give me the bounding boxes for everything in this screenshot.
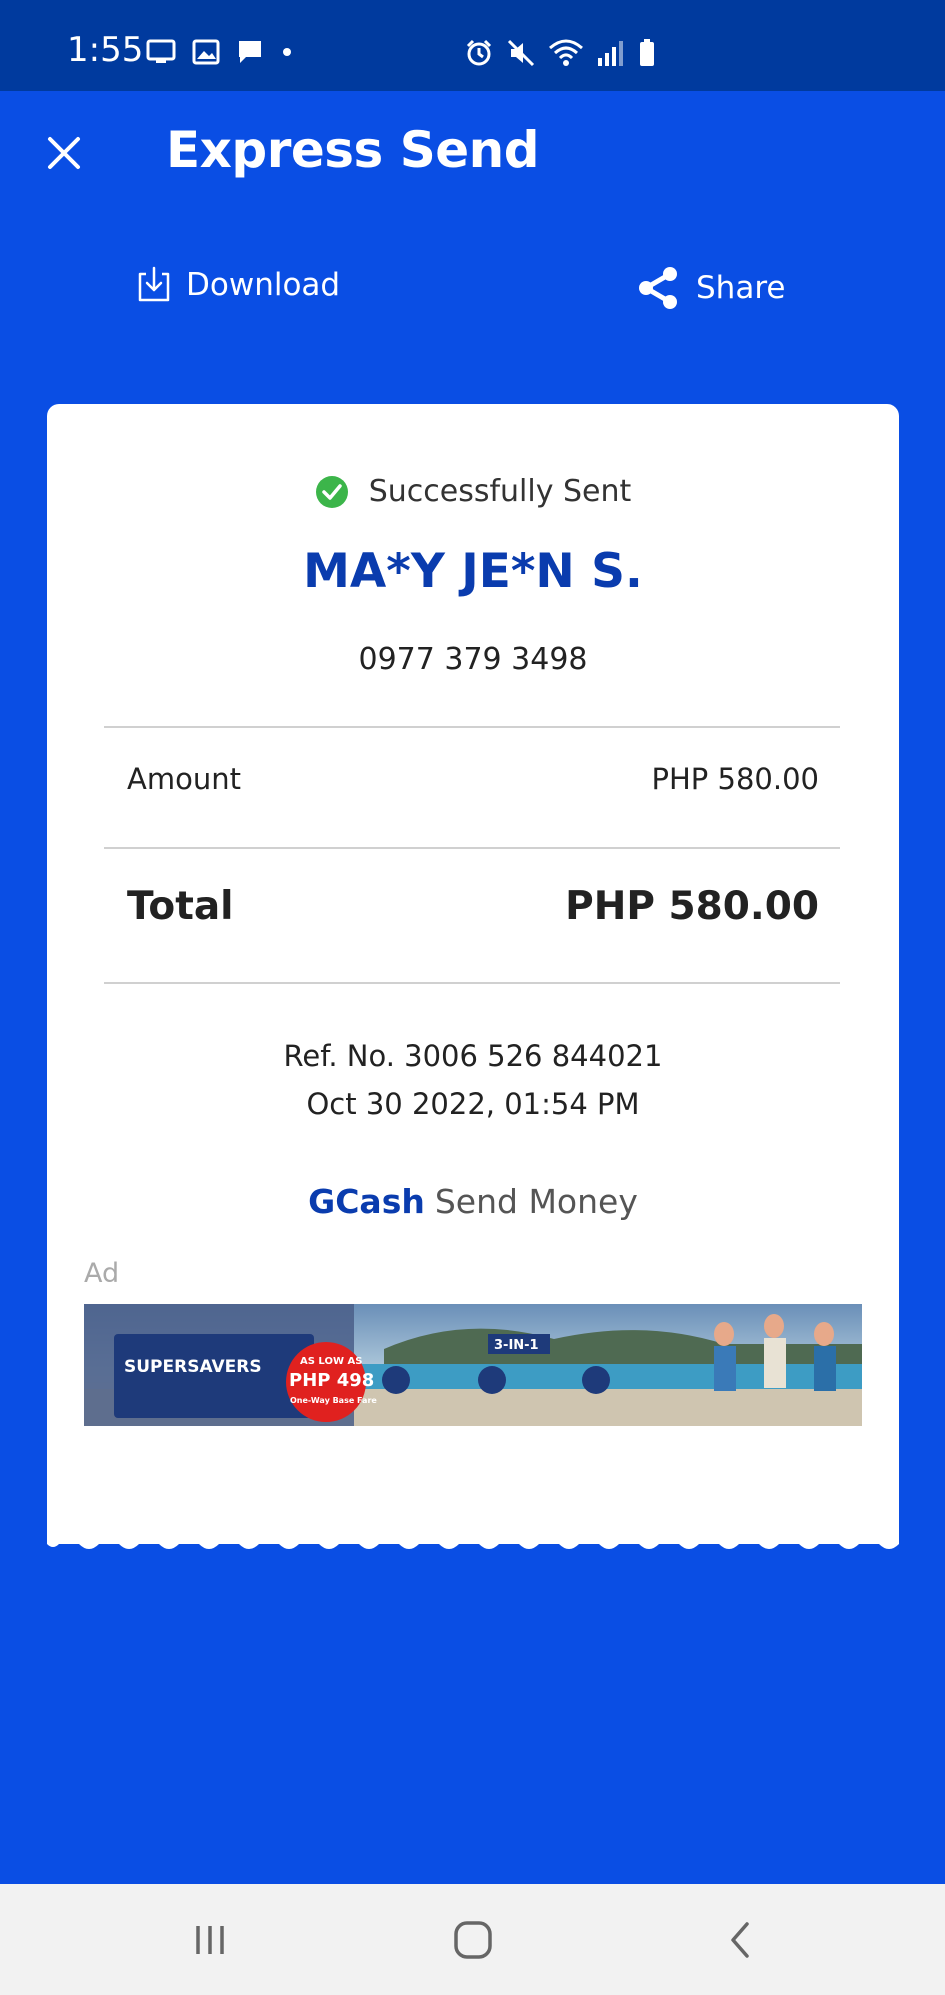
- amount-label: Amount: [127, 762, 241, 796]
- total-value: PHP 580.00: [565, 884, 819, 929]
- brand-service: Send Money: [434, 1182, 638, 1221]
- ad-banner[interactable]: SUPERSAVERS AS LOW AS PHP 498 One-Way Ba…: [84, 1304, 862, 1426]
- share-label: Share: [696, 270, 786, 306]
- status-text: Successfully Sent: [368, 474, 632, 509]
- recipient-name: MA*Y JE*N S.: [303, 544, 643, 599]
- wifi-icon: [549, 39, 583, 66]
- back-icon: [731, 1921, 749, 1958]
- total-row: Total PHP 580.00: [127, 884, 819, 929]
- status-system-icons: [464, 38, 656, 68]
- recent-apps-button[interactable]: [150, 1884, 270, 1995]
- download-icon: [138, 266, 170, 302]
- divider: [104, 726, 840, 728]
- success-status: Successfully Sent: [47, 474, 899, 509]
- page-title: Express Send: [166, 121, 540, 179]
- ad-badge: 3-IN-1: [494, 1338, 539, 1353]
- share-icon: [639, 267, 677, 309]
- close-button[interactable]: [44, 133, 84, 173]
- divider: [104, 847, 840, 849]
- home-icon: [454, 1920, 492, 1959]
- ad-promo-sub: One-Way Base Fare: [290, 1396, 377, 1405]
- reference-block: Ref. No. 3006 526 844021 Oct 30 2022, 01…: [47, 1032, 899, 1128]
- home-button[interactable]: [413, 1884, 533, 1995]
- download-button[interactable]: Download: [136, 266, 340, 304]
- transaction-datetime: Oct 30 2022, 01:54 PM: [306, 1087, 640, 1121]
- ad-promo-label: AS LOW AS: [300, 1356, 362, 1367]
- recipient-phone: 0977 379 3498: [358, 642, 588, 677]
- check-circle-icon: [315, 475, 348, 508]
- back-button[interactable]: [680, 1884, 800, 1995]
- system-nav-bar: [0, 1884, 945, 1995]
- image-icon: [192, 39, 220, 65]
- share-button[interactable]: Share: [634, 266, 785, 310]
- ad-label: Ad: [84, 1258, 120, 1289]
- ad-banner-graphic: SUPERSAVERS AS LOW AS PHP 498 One-Way Ba…: [84, 1304, 862, 1426]
- total-label: Total: [127, 884, 234, 929]
- mute-icon: [507, 39, 535, 67]
- brand-name: GCash: [308, 1182, 425, 1221]
- receipt-card: Successfully Sent MA*Y JE*N S. 0977 379 …: [47, 404, 899, 1544]
- message-icon: [239, 41, 261, 63]
- app-bar: Express Send: [0, 91, 945, 221]
- signal-icon: [598, 41, 623, 66]
- receipt-torn-edge: [47, 1530, 899, 1549]
- dot-icon: [283, 48, 291, 56]
- alarm-icon: [466, 39, 492, 66]
- status-notification-icons: [146, 38, 294, 66]
- battery-icon: [640, 39, 654, 66]
- status-bar: 1:55: [0, 0, 945, 91]
- brand-footer: GCash Send Money: [47, 1182, 899, 1221]
- reference-number: Ref. No. 3006 526 844021: [283, 1039, 663, 1073]
- amount-value: PHP 580.00: [651, 762, 819, 796]
- status-time: 1:55: [67, 30, 144, 70]
- download-label: Download: [186, 267, 341, 303]
- screen-icon: [146, 39, 176, 63]
- recent-apps-icon: [196, 1925, 224, 1954]
- ad-promo-price: PHP 498: [289, 1370, 374, 1391]
- ad-headline: SUPERSAVERS: [124, 1357, 262, 1377]
- amount-row: Amount PHP 580.00: [127, 762, 819, 796]
- divider: [104, 982, 840, 984]
- close-icon: [48, 137, 80, 169]
